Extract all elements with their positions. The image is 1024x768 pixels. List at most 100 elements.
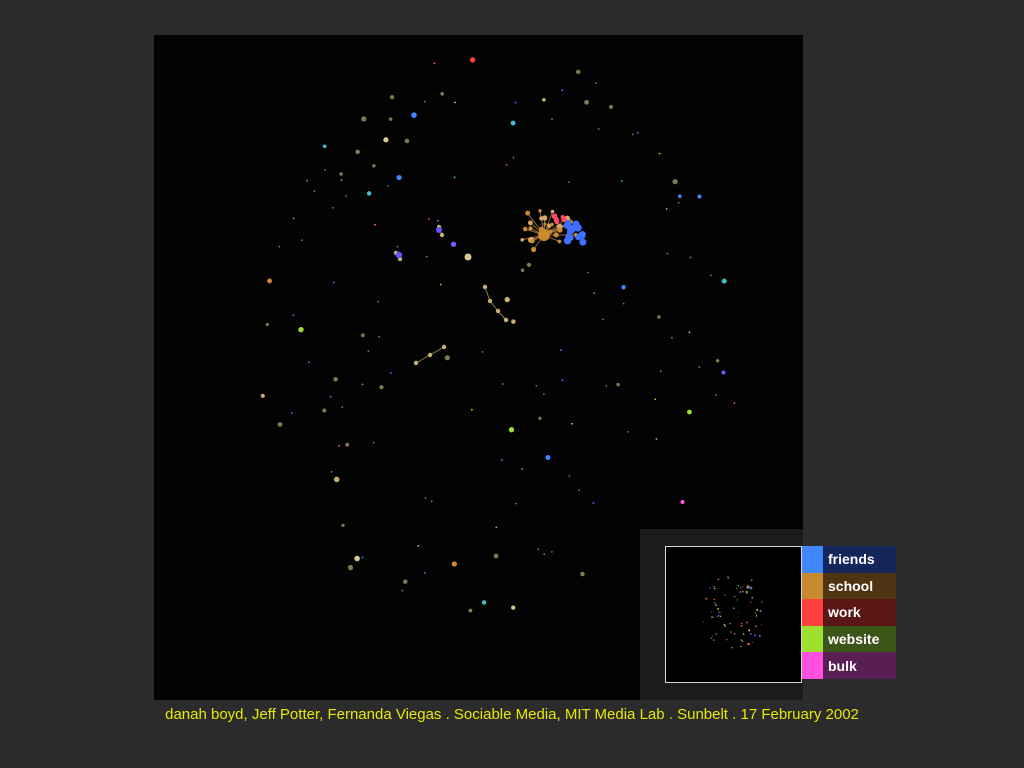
legend-item-bulk[interactable]: bulk — [802, 652, 896, 679]
network-node-76 — [372, 164, 376, 168]
network-node-143 — [260, 393, 265, 398]
network-node-18 — [557, 227, 563, 233]
minimap-node — [731, 647, 733, 649]
network-node-187 — [505, 164, 508, 166]
network-node-208 — [545, 455, 551, 460]
network-node-63 — [278, 245, 281, 248]
minimap-node — [749, 586, 753, 590]
network-node-132 — [403, 579, 408, 584]
network-node-99 — [542, 97, 546, 102]
network-node-108 — [535, 385, 538, 387]
network-node-14 — [530, 239, 535, 244]
network-node-206 — [301, 330, 303, 333]
minimap-node — [745, 591, 748, 593]
network-node-93 — [433, 62, 436, 65]
slide-caption: danah boyd, Jeff Potter, Fernanda Viegas… — [165, 706, 859, 723]
network-node-207 — [330, 470, 333, 473]
network-node-50 — [495, 308, 501, 314]
network-node-211 — [636, 132, 639, 134]
network-node-85 — [551, 118, 553, 120]
network-node-41 — [570, 224, 578, 232]
minimap-node — [740, 622, 743, 625]
minimap-node — [719, 612, 721, 614]
network-node-194 — [721, 278, 727, 284]
network-node-180 — [605, 385, 608, 387]
network-node-98 — [680, 499, 685, 505]
network-node-153 — [568, 475, 571, 477]
minimap-node — [733, 595, 736, 598]
network-node-39 — [563, 236, 572, 245]
network-node-70 — [561, 379, 564, 382]
minimap-node — [740, 645, 742, 648]
minimap-node — [712, 639, 715, 641]
network-node-149 — [597, 128, 600, 130]
network-node-196 — [292, 314, 295, 317]
network-node-25 — [543, 222, 547, 226]
network-node-110 — [609, 104, 613, 109]
minimap-node — [727, 576, 729, 578]
minimap-node — [754, 612, 757, 614]
network-node-203 — [493, 553, 499, 559]
network-node-86 — [620, 180, 623, 182]
minimap-node — [703, 621, 705, 623]
network-node-13 — [525, 210, 531, 216]
legend-item-work[interactable]: work — [802, 599, 896, 626]
network-node-79 — [710, 274, 712, 277]
minimap-node — [736, 599, 738, 601]
legend-item-school[interactable]: school — [802, 572, 896, 600]
legend-label-bulk: bulk — [823, 652, 896, 679]
network-node-103 — [367, 350, 370, 353]
network-node-112 — [444, 355, 450, 361]
network-node-175 — [451, 561, 457, 567]
network-node-89 — [401, 589, 404, 592]
network-node-47 — [561, 216, 567, 222]
minimap-node — [714, 602, 716, 604]
minimap-node — [730, 631, 732, 633]
network-node-101 — [468, 608, 473, 613]
network-node-111 — [677, 194, 682, 199]
legend-item-website[interactable]: website — [802, 625, 896, 653]
network-node-161 — [515, 502, 518, 505]
network-node-78 — [511, 605, 516, 610]
network-node-134 — [621, 284, 626, 290]
minimap-node — [751, 596, 754, 599]
network-node-162 — [440, 91, 445, 96]
overview-minimap[interactable] — [665, 546, 802, 683]
minimap-node — [717, 578, 720, 581]
minimap-node — [748, 643, 751, 646]
minimap-node — [732, 607, 735, 610]
network-node-188 — [671, 336, 673, 339]
network-node-142 — [298, 327, 304, 333]
network-node-36 — [575, 234, 582, 241]
network-node-96 — [340, 179, 343, 182]
network-node-90 — [698, 366, 701, 368]
legend-label-website: website — [823, 625, 896, 653]
network-node-121 — [360, 333, 365, 338]
network-node-91 — [689, 256, 692, 259]
minimap-node — [740, 639, 743, 642]
legend-label-friends: friends — [823, 546, 896, 573]
network-node-46 — [551, 213, 558, 219]
network-node-195 — [439, 283, 442, 286]
network-node-113 — [632, 133, 634, 136]
network-node-210 — [341, 523, 345, 528]
network-node-15 — [531, 246, 537, 253]
minimap-node — [711, 611, 713, 613]
network-node-51 — [503, 317, 509, 323]
network-node-197 — [361, 556, 364, 559]
network-node-122 — [345, 195, 347, 197]
network-node-205 — [595, 82, 598, 84]
network-node-125 — [372, 441, 375, 444]
legend-item-friends[interactable]: friends — [802, 546, 896, 573]
network-node-185 — [355, 149, 360, 155]
network-node-11 — [522, 226, 528, 232]
network-node-52 — [413, 360, 419, 366]
minimap-node — [756, 609, 759, 611]
network-node-201 — [543, 553, 546, 555]
network-node-117 — [361, 116, 367, 122]
minimap-node — [712, 616, 715, 618]
network-node-119 — [322, 144, 327, 149]
minimap-node — [715, 633, 718, 635]
network-node-140 — [526, 262, 532, 268]
network-node-21 — [557, 239, 562, 244]
